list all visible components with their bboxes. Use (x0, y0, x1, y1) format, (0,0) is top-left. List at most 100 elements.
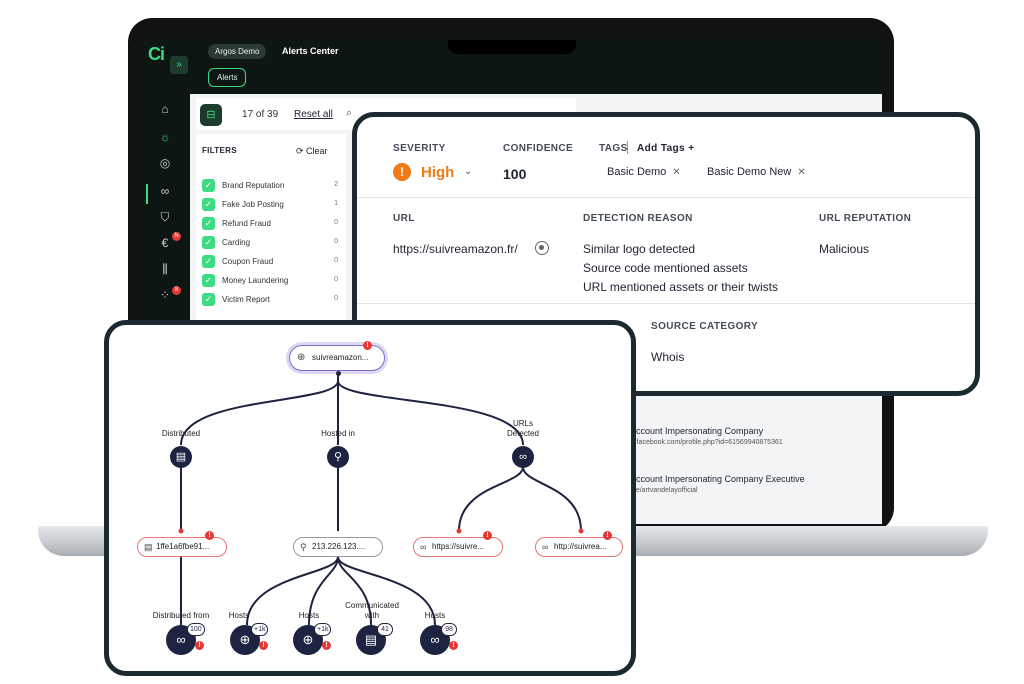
branch-label-hosted-in: Hosted in (321, 429, 355, 438)
filter-count: 0 (334, 257, 338, 264)
divider (357, 303, 975, 304)
checkbox[interactable]: ✓ (202, 217, 215, 230)
filter-count: 2 (334, 181, 338, 188)
tag-label: Basic Demo New (707, 166, 792, 178)
filter-item[interactable]: ✓ Carding 0 (202, 235, 338, 251)
remove-tag-icon[interactable]: ✕ (797, 167, 805, 178)
hash-label: 1ffe1a6fbe91... (156, 542, 210, 551)
severity-alert-icon: ! (393, 163, 411, 181)
filter-count: 0 (334, 238, 338, 245)
count-badge: 98 (441, 623, 457, 636)
filter-label: Refund Fraud (222, 219, 271, 228)
checkbox[interactable]: ✓ (202, 198, 215, 211)
radar-icon[interactable]: ◎ (156, 154, 174, 172)
branch-label-distributed: Distributed (161, 429, 201, 438)
laptop-notch (448, 40, 576, 54)
tags-divider (627, 141, 628, 154)
filter-count: 0 (334, 295, 338, 302)
ip-label: 213.226.123.... (312, 542, 366, 551)
results-count: 17 of 39 (242, 109, 279, 120)
filter-item[interactable]: ✓ Victim Report 0 (202, 292, 338, 308)
reset-all-link[interactable]: Reset all (294, 109, 333, 120)
detection-reason: URL mentioned assets or their twists (583, 280, 778, 294)
filter-item[interactable]: ✓ Coupon Fraud 0 (202, 254, 338, 270)
shield-icon[interactable]: ⛉ (156, 208, 174, 226)
chevron-down-icon[interactable]: ⌄ (464, 166, 472, 177)
apps-badge: 8 (172, 286, 181, 295)
url-node[interactable]: ∞ https://suivre... (413, 537, 503, 557)
url-label: URL (393, 213, 415, 224)
investigation-graph-card: ⊕ suivreamazon... ! Distributed ▤ Hosted… (104, 320, 636, 676)
root-domain-node[interactable]: ⊕ suivreamazon... (289, 345, 385, 371)
alert-list-item[interactable]: Account Impersonating Company Executive … (630, 474, 880, 494)
confidence-label: CONFIDENCE (503, 143, 574, 154)
alert-list-item[interactable]: Account Impersonating Company w.facebook… (630, 426, 880, 446)
ip-node[interactable]: ⚲ 213.226.123.... (293, 537, 383, 557)
home-icon[interactable]: ⌂ (156, 100, 174, 118)
add-tags-button[interactable]: Add Tags + (637, 143, 694, 154)
source-category-label: SOURCE CATEGORY (651, 321, 759, 332)
filter-item[interactable]: ✓ Brand Reputation 2 (202, 178, 338, 194)
location-pin-icon[interactable]: ⚲ (327, 446, 349, 468)
filter-item[interactable]: ✓ Money Laundering 0 (202, 273, 338, 289)
link-icon[interactable]: ∞ (156, 182, 174, 200)
checkbox[interactable]: ✓ (202, 236, 215, 249)
filter-item[interactable]: ✓ Fake Job Posting 1 (202, 197, 338, 213)
filter-toggle-button[interactable]: ⊟ (200, 104, 222, 126)
url-value[interactable]: https://suivreamazon.fr/ (393, 242, 518, 256)
tag-chip[interactable]: Basic Demo New ✕ (707, 166, 806, 178)
tab-alerts[interactable]: Alerts (208, 68, 247, 87)
crosshair-icon[interactable] (535, 241, 549, 255)
filter-label: Coupon Fraud (222, 257, 274, 266)
count-badge: +1k (251, 623, 269, 636)
hash-node[interactable]: ▤ 1ffe1a6fbe91... (137, 537, 227, 557)
alert-title: Account Impersonating Company Executive (630, 474, 805, 484)
expand-sidebar-button[interactable]: » (170, 56, 188, 74)
link-icon: ∞ (420, 542, 427, 552)
filter-count: 0 (334, 276, 338, 283)
clear-filters-button[interactable]: ⟳ Clear (296, 146, 328, 157)
url-node[interactable]: ∞ http://suivrea... (535, 537, 623, 557)
node-anchor (336, 371, 341, 376)
severity-value[interactable]: High (421, 164, 454, 181)
checkbox[interactable]: ✓ (202, 255, 215, 268)
library-icon[interactable]: ⫼ (156, 260, 174, 278)
breadcrumb-workspace[interactable]: Argos Demo (208, 44, 267, 59)
checkbox[interactable]: ✓ (202, 179, 215, 192)
link-icon[interactable]: ∞ (512, 446, 534, 468)
filter-label: Victim Report (222, 295, 270, 304)
filter-count: 1 (334, 200, 338, 207)
severity-label: SEVERITY (393, 143, 446, 154)
filter-label: Brand Reputation (222, 181, 285, 190)
count-badge: 100 (187, 623, 205, 636)
warning-badge: ! (195, 641, 204, 650)
search-icon[interactable]: ⌕ (346, 107, 352, 120)
detection-reason: Source code mentioned assets (583, 261, 748, 275)
filter-item[interactable]: ✓ Refund Fraud 0 (202, 216, 338, 232)
filter-count: 0 (334, 219, 338, 226)
checkbox[interactable]: ✓ (202, 293, 215, 306)
sidebar-active-indicator (146, 184, 148, 204)
divider (357, 197, 975, 198)
warning-badge: ! (603, 531, 612, 540)
alert-siren-icon[interactable]: ☼ (156, 128, 174, 146)
remove-tag-icon[interactable]: ✕ (672, 167, 680, 178)
confidence-value: 100 (503, 166, 527, 182)
source-category-value: Whois (651, 350, 685, 364)
detection-reason: Similar logo detected (583, 242, 696, 256)
leaf-label: Hosts (424, 611, 446, 620)
notification-badge: N (172, 232, 181, 241)
warning-badge: ! (259, 641, 268, 650)
checkbox[interactable]: ✓ (202, 274, 215, 287)
file-icon[interactable]: ▤ (170, 446, 192, 468)
alert-subtitle: w.facebook.com/profile.php?id=6156994087… (630, 439, 783, 446)
leaf-label: Hosts (298, 611, 320, 620)
count-badge: +1k (314, 623, 332, 636)
location-pin-icon: ⚲ (300, 542, 307, 552)
tag-label: Basic Demo (607, 166, 667, 178)
app-logo: Ci (148, 44, 165, 64)
url-reputation-value: Malicious (819, 242, 870, 256)
tag-chip[interactable]: Basic Demo ✕ (607, 166, 681, 178)
warning-badge: ! (449, 641, 458, 650)
link-icon: ∞ (542, 542, 549, 552)
